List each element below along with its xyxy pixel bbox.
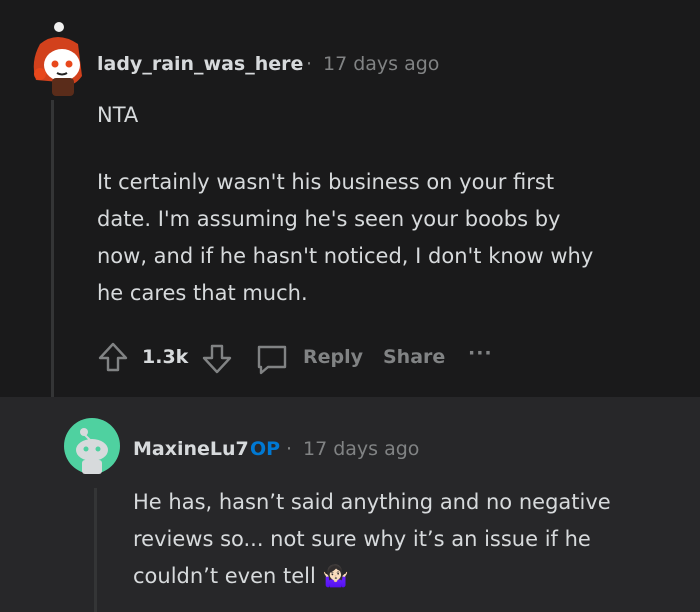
thread-line[interactable] [51,100,54,397]
comment-author[interactable]: lady_rain_was_here [97,53,303,75]
body-line: reviews so... not sure why it’s an issue… [133,527,591,551]
body-line: He has, hasn’t said anything and no nega… [133,490,611,514]
body-line: It certainly wasn't his business on your… [97,170,555,194]
body-line: he cares that much. [97,281,308,305]
reply-timestamp[interactable]: 17 days ago [303,438,419,460]
body-line: couldn’t even tell 🤷🏻‍♀️ [133,558,693,595]
comment-body: It certainly wasn't his business on your… [97,164,687,312]
meta-separator: · [306,53,313,75]
verdict-text: NTA [97,103,139,127]
share-button[interactable]: Share [383,346,445,368]
more-options-button[interactable]: ··· [468,342,493,364]
shrug-emoji: 🤷🏻‍♀️ [322,564,349,588]
downvote-arrow-icon[interactable] [200,342,234,376]
op-badge: OP [250,438,281,460]
comment-bubble-icon[interactable] [254,342,290,376]
thread-line[interactable] [94,488,97,612]
body-line: now, and if he hasn't noticed, I don't k… [97,244,594,268]
comment-verdict: NTA [97,97,138,134]
body-line-text: couldn’t even tell [133,564,316,588]
user-avatar[interactable] [64,418,120,474]
snoo-avatar-icon [33,22,82,96]
vote-score: 1.3k [142,346,189,368]
comment-timestamp[interactable]: 17 days ago [323,53,439,75]
reply-body: He has, hasn’t said anything and no nega… [133,484,693,595]
body-line: date. I'm assuming he's seen your boobs … [97,207,561,231]
snoo-avatar-icon [64,418,120,474]
meta-separator: · [286,438,293,460]
reply-author[interactable]: MaxineLu7 [133,438,249,460]
reply-button[interactable]: Reply [303,346,363,368]
upvote-arrow-icon[interactable] [96,340,130,374]
user-avatar[interactable] [22,18,92,98]
